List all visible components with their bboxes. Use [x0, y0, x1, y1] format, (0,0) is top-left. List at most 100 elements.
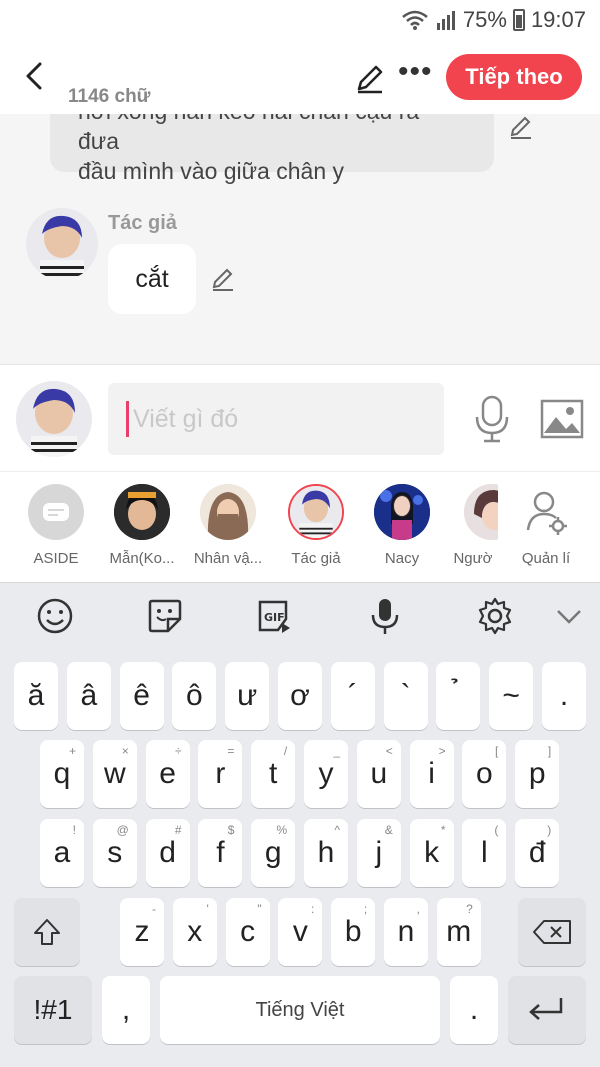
accent-key[interactable]: ă — [14, 662, 58, 730]
letter-key[interactable]: q + — [40, 740, 84, 808]
accent-key[interactable]: â — [66, 662, 111, 730]
shift-key[interactable] — [14, 898, 80, 966]
letter-key[interactable]: s @ — [92, 819, 137, 887]
letter-key[interactable]: m? — [436, 898, 481, 966]
letter-key[interactable]: d # — [145, 819, 190, 887]
key-secondary-label: ( — [494, 823, 499, 837]
character-nacy[interactable]: Nacy — [362, 484, 442, 567]
key-label: r — [215, 757, 226, 790]
accent-key[interactable]: ` — [383, 662, 428, 730]
letter-key[interactable]: đ) — [515, 819, 560, 887]
message-bubble[interactable]: cắt — [108, 244, 196, 314]
key-label: l — [481, 836, 488, 869]
letter-key[interactable]: p] — [515, 740, 560, 808]
symbols-key[interactable]: !#1 — [14, 976, 92, 1044]
message-input-placeholder: Viết gì đó — [133, 404, 239, 433]
period-key[interactable]: . — [450, 976, 498, 1044]
letter-key[interactable]: j & — [356, 819, 401, 887]
character-avatar — [114, 484, 170, 540]
key-label: e — [159, 757, 176, 790]
next-button[interactable]: Tiếp theo — [446, 54, 582, 100]
letter-key[interactable]: l( — [462, 819, 507, 887]
letter-key[interactable]: i > — [409, 740, 454, 808]
key-secondary-label: [ — [495, 744, 499, 758]
character-npc[interactable]: Nhân vậ... — [188, 484, 268, 567]
letter-key[interactable]: x ' — [172, 898, 217, 966]
edit-message-icon[interactable] — [210, 266, 236, 292]
image-icon[interactable] — [540, 399, 584, 439]
key-secondary-label: # — [174, 823, 182, 837]
letter-key[interactable]: c " — [225, 898, 270, 966]
edit-pen-icon[interactable] — [354, 62, 386, 94]
character-person[interactable]: Ngườ — [448, 484, 498, 567]
character-avatar — [464, 484, 498, 540]
key-label: y — [318, 757, 334, 790]
accent-key[interactable]: ê — [119, 662, 164, 730]
letter-key[interactable]: e ÷ — [145, 740, 190, 808]
manage-characters-button[interactable]: Quản lí — [506, 484, 586, 567]
accent-key[interactable]: . — [542, 662, 586, 730]
backspace-key[interactable] — [518, 898, 586, 966]
status-bar: 75% 19:07 — [0, 0, 600, 40]
letter-key[interactable]: f $ — [198, 819, 243, 887]
gif-icon[interactable]: GIF — [256, 597, 294, 635]
key-secondary-label: ; — [363, 902, 368, 916]
backspace-icon — [533, 920, 571, 944]
back-arrow-icon[interactable] — [22, 60, 48, 92]
emoji-icon[interactable] — [36, 597, 74, 635]
microphone-icon[interactable] — [472, 395, 512, 443]
key-secondary-label: ÷ — [175, 744, 182, 758]
key-label: d — [159, 836, 176, 869]
more-options-icon[interactable]: ••• — [398, 57, 432, 94]
battery-icon — [512, 9, 525, 31]
author-avatar[interactable] — [26, 208, 98, 280]
letter-key[interactable]: g% — [251, 819, 296, 887]
letter-key[interactable]: r = — [198, 740, 243, 808]
letter-key[interactable]: t / — [251, 740, 296, 808]
key-secondary-label: ' — [206, 902, 209, 916]
accent-key[interactable]: ̉ — [436, 662, 481, 730]
accent-key[interactable]: ´ — [330, 662, 375, 730]
letter-key[interactable]: y _ — [304, 740, 348, 808]
space-key[interactable]: Tiếng Việt — [160, 976, 440, 1044]
voice-input-icon[interactable] — [366, 597, 404, 635]
letter-key[interactable]: k * — [409, 819, 454, 887]
settings-gear-icon[interactable] — [476, 597, 514, 635]
character-avatar — [374, 484, 430, 540]
wifi-icon — [402, 10, 428, 30]
user-settings-icon — [526, 491, 567, 535]
character-name: Nhân vậ... — [193, 550, 263, 567]
accent-key[interactable]: ô — [172, 662, 217, 730]
letter-key[interactable]: o[ — [462, 740, 507, 808]
key-label: b — [344, 915, 362, 948]
text-caret — [126, 401, 129, 437]
key-label: ă — [27, 679, 45, 712]
character-man[interactable]: Mẫn(Ko... — [102, 484, 182, 567]
letter-key[interactable]: b; — [331, 898, 376, 966]
shift-icon — [34, 919, 60, 945]
letter-key[interactable]: v: — [278, 898, 323, 966]
key-label: h — [317, 836, 335, 869]
letter-key[interactable]: h ^ — [304, 819, 348, 887]
letter-key[interactable]: u < — [356, 740, 401, 808]
chevron-down-icon[interactable] — [550, 597, 588, 635]
character-aside[interactable]: ASIDE — [16, 484, 96, 567]
message-input[interactable]: Viết gì đó — [108, 383, 444, 455]
accent-key[interactable]: ơ — [278, 662, 322, 730]
accent-key[interactable]: ư — [225, 662, 270, 730]
letter-key[interactable]: n, — [384, 898, 428, 966]
enter-key[interactable] — [508, 976, 586, 1044]
character-author[interactable]: Tác giả — [276, 484, 356, 567]
letter-key[interactable]: z- — [120, 898, 164, 966]
key-label: x — [187, 915, 203, 948]
word-count: 1146 chữ — [68, 86, 151, 107]
letter-key[interactable]: a! — [40, 819, 84, 887]
selected-character-avatar[interactable] — [16, 381, 92, 457]
key-secondary-label: " — [257, 902, 262, 916]
previous-message-bubble[interactable]: hơi xong hắn kéo hai chân cậu ra đưa đầu… — [50, 114, 494, 184]
accent-key[interactable]: ~ — [489, 662, 534, 730]
letter-key[interactable]: w × — [92, 740, 137, 808]
sticker-icon[interactable] — [146, 597, 184, 635]
edit-message-icon[interactable] — [508, 114, 534, 140]
comma-key[interactable]: , — [102, 976, 150, 1044]
